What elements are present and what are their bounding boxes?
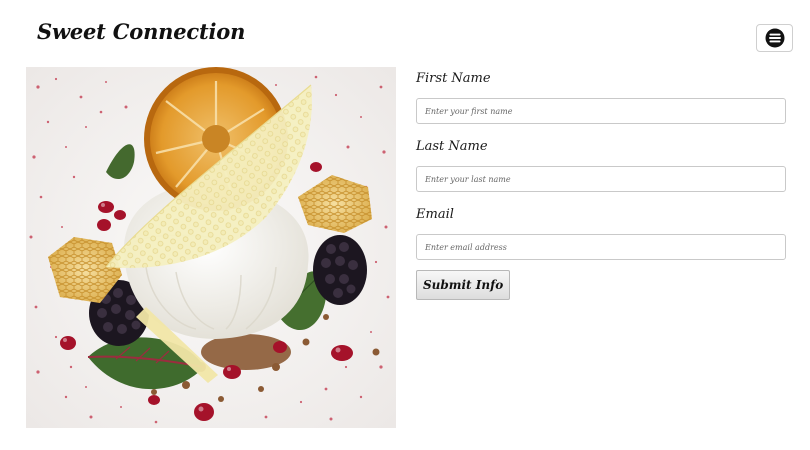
menu-button[interactable]	[756, 24, 793, 52]
page: Sweet Connection First Name Enter your f…	[0, 0, 810, 450]
email-group: Email	[416, 206, 786, 260]
brand-logo[interactable]: Sweet Connection	[37, 19, 245, 44]
last-name-group: Last Name	[416, 138, 786, 192]
email-input[interactable]	[416, 234, 786, 260]
email-label: Email	[416, 207, 454, 222]
hamburger-menu-icon	[765, 28, 784, 48]
last-name-input[interactable]	[416, 166, 786, 192]
submit-info-button[interactable]: Submit Info	[416, 270, 511, 300]
dessert-photo	[26, 67, 396, 428]
first-name-input[interactable]	[416, 98, 786, 124]
dessert-illustration	[26, 67, 396, 428]
first-name-label: First Name	[416, 71, 491, 86]
last-name-label: Last Name	[416, 139, 488, 154]
first-name-group: First Name	[416, 70, 786, 124]
